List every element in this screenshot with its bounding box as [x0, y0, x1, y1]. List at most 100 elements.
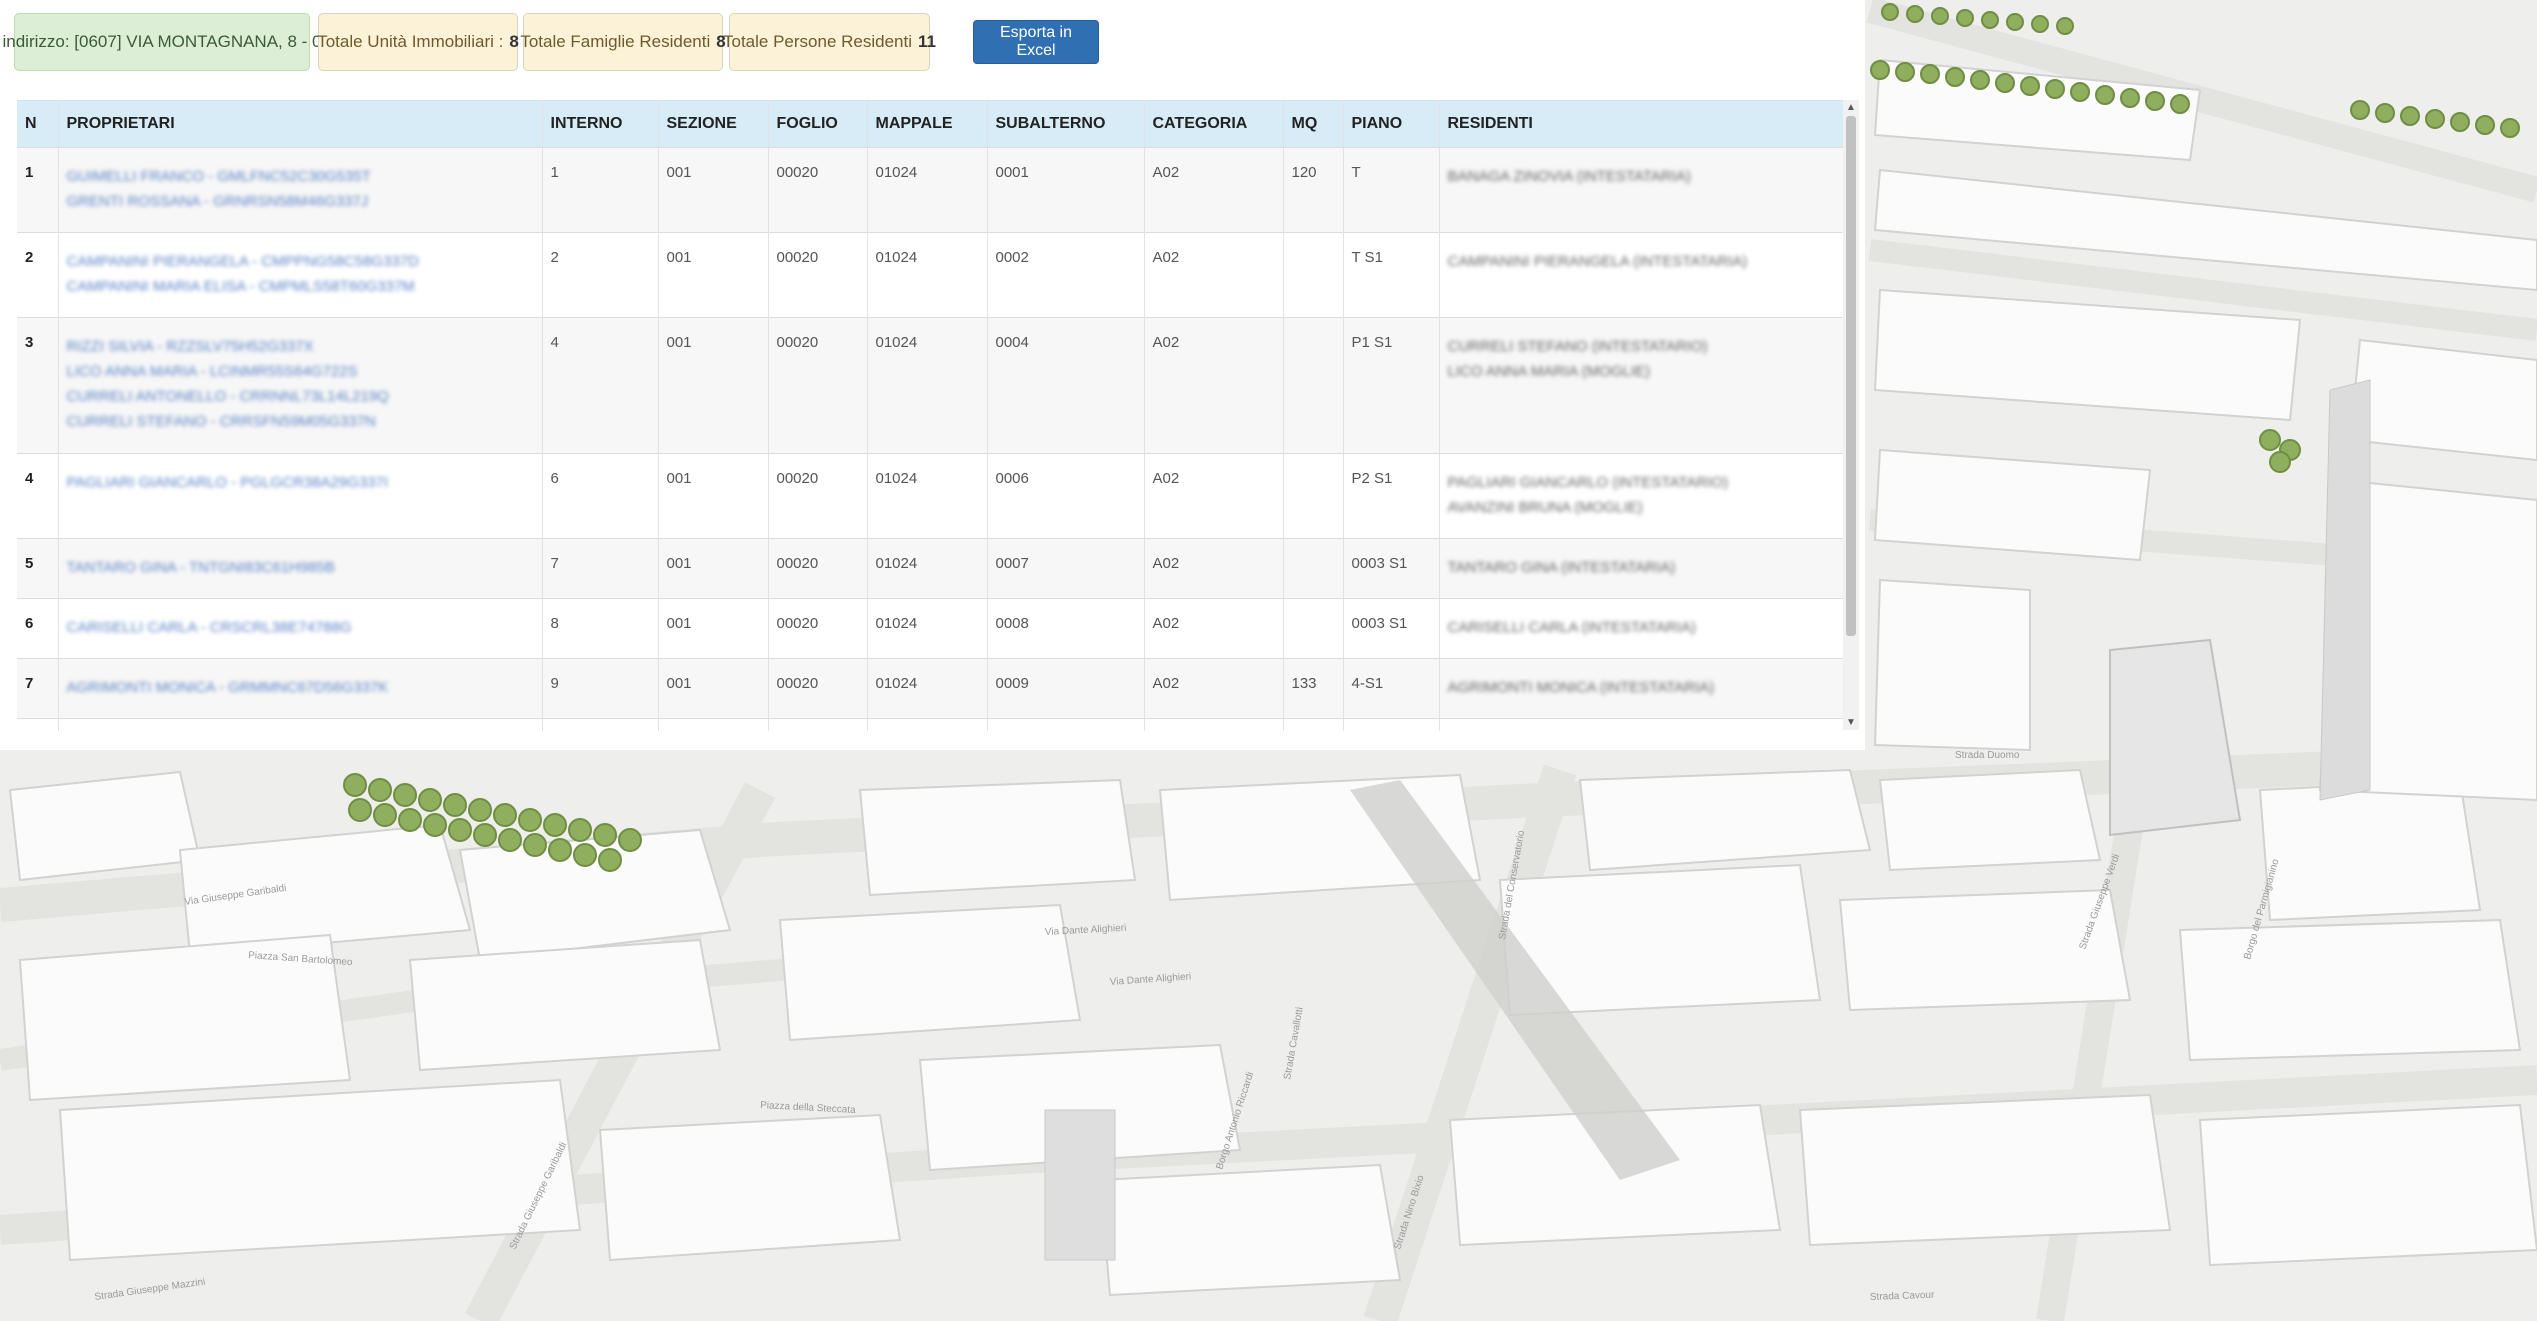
cell-owners: AGRIMONTI MONICA - GRMMNC67D56G337K: [57, 657, 542, 718]
cell-categoria: A02: [1143, 231, 1283, 317]
owner-link[interactable]: PAGLIARI GIANCARLO - PGLGCR38A29G337I: [67, 470, 534, 495]
cell-foglio: 00020: [767, 316, 867, 453]
total-persons-value: 11: [918, 32, 936, 51]
cell-subalterno: 0007: [986, 537, 1144, 598]
cell-sezione: 001: [657, 597, 768, 658]
owner-link[interactable]: AGRIMONTI MONICA - GRMMNC67D56G337K: [67, 675, 534, 700]
col-header-residenti[interactable]: RESIDENTI: [1438, 101, 1843, 147]
cell-mq: 120: [1282, 146, 1343, 232]
table-row: 3 RIZZI SILVIA - RZZSLV75H52G337X LICO A…: [17, 316, 1843, 453]
scroll-up-arrow-icon[interactable]: ▲: [1843, 102, 1859, 113]
cell-interno: 6: [541, 452, 658, 538]
cell-mq: [1282, 231, 1343, 317]
cell-subalterno: 0004: [986, 316, 1144, 453]
cell-mq: [1282, 452, 1343, 538]
address-text: indirizzo: [0607] VIA MONTAGNANA, 8 - 0: [2, 32, 322, 51]
col-header-mq[interactable]: MQ: [1282, 101, 1343, 147]
total-units-label: Totale Unità Immobiliari :: [317, 32, 504, 51]
cell-foglio: 00020: [767, 452, 867, 538]
properties-panel: indirizzo: [0607] VIA MONTAGNANA, 8 - 0 …: [0, 0, 1865, 750]
cell-n: 3: [17, 316, 58, 453]
col-header-categoria[interactable]: CATEGORIA: [1143, 101, 1283, 147]
cell-empty: [767, 717, 867, 731]
cell-interno: 9: [541, 657, 658, 718]
col-header-piano[interactable]: PIANO: [1342, 101, 1439, 147]
cell-mq: [1282, 537, 1343, 598]
total-families-badge: Totale Famiglie Residenti 8: [520, 13, 726, 71]
table-row: 4 PAGLIARI GIANCARLO - PGLGCR38A29G337I …: [17, 452, 1843, 538]
cell-residents: AGRIMONTI MONICA (INTESTATARIA): [1438, 657, 1843, 718]
col-header-proprietari[interactable]: PROPRIETARI: [57, 101, 542, 147]
cell-categoria: A02: [1143, 146, 1283, 232]
address-badge: indirizzo: [0607] VIA MONTAGNANA, 8 - 0: [3, 13, 322, 71]
cell-n: 5: [17, 537, 58, 598]
col-header-foglio[interactable]: FOGLIO: [767, 101, 867, 147]
col-header-sezione[interactable]: SEZIONE: [657, 101, 768, 147]
cell-residents: CURRELI STEFANO (INTESTATARIO) LICO ANNA…: [1438, 316, 1843, 453]
resident-name: CURRELI STEFANO (INTESTATARIO): [1447, 337, 1708, 355]
owner-link[interactable]: LICO ANNA MARIA - LCINMR55S64G722S: [67, 359, 534, 384]
cell-piano: 0003 S1: [1342, 597, 1439, 658]
cell-categoria: A02: [1143, 316, 1283, 453]
cell-piano: T: [1342, 146, 1439, 232]
cell-empty: [541, 717, 658, 731]
cell-subalterno: 0006: [986, 452, 1144, 538]
cell-subalterno: 0001: [986, 146, 1144, 232]
cell-owners: GUIMELLI FRANCO - GMLFNC52C30G535T GRENT…: [57, 146, 542, 232]
cell-empty: [866, 717, 987, 731]
cell-foglio: 00020: [767, 597, 867, 658]
cell-subalterno: 0008: [986, 597, 1144, 658]
owner-link[interactable]: CARISELLI CARLA - CRSCRL38E74788G: [67, 615, 534, 640]
resident-name: TANTARO GINA (INTESTATARIA): [1447, 558, 1676, 576]
cell-mappale: 01024: [866, 231, 987, 317]
cell-interno: 8: [541, 597, 658, 658]
cell-categoria: A02: [1143, 597, 1283, 658]
cell-mappale: 01024: [866, 537, 987, 598]
owner-link[interactable]: CAMPANINI PIERANGELA - CMPPNG58C58G337D: [67, 249, 534, 274]
col-header-n[interactable]: N: [17, 101, 58, 147]
table-row: 7 AGRIMONTI MONICA - GRMMNC67D56G337K 9 …: [17, 657, 1843, 718]
table-row: 5 TANTARO GINA - TNTGNI83C61H985B 7 001 …: [17, 537, 1843, 598]
owner-link[interactable]: CAMPANINI MARIA ELISA - CMPMLS58T60G337M: [67, 274, 534, 299]
cell-mq: [1282, 597, 1343, 658]
cell-sezione: 001: [657, 537, 768, 598]
cell-owners: TANTARO GINA - TNTGNI83C61H985B: [57, 537, 542, 598]
resident-name: AVANZINI BRUNA (MOGLIE): [1447, 498, 1643, 516]
cell-interno: 4: [541, 316, 658, 453]
col-header-subalterno[interactable]: SUBALTERNO: [986, 101, 1144, 147]
cell-residents: PAGLIARI GIANCARLO (INTESTATARIO) AVANZI…: [1438, 452, 1843, 538]
owner-link[interactable]: GUIMELLI FRANCO - GMLFNC52C30G535T: [67, 164, 534, 189]
total-persons-badge: Totale Persone Residenti 11: [723, 13, 936, 71]
owner-link[interactable]: CURRELI STEFANO - CRRSFN59M05G337N: [67, 409, 534, 434]
table-row: 1 GUIMELLI FRANCO - GMLFNC52C30G535T GRE…: [17, 146, 1843, 232]
col-header-mappale[interactable]: MAPPALE: [866, 101, 987, 147]
cell-empty: [57, 717, 542, 731]
owner-link[interactable]: CURRELI ANTONELLO - CRRNNL73L14L219Q: [67, 384, 534, 409]
cell-interno: 7: [541, 537, 658, 598]
table-row: 2 CAMPANINI PIERANGELA - CMPPNG58C58G337…: [17, 231, 1843, 317]
resident-name: BANAGA ZINOVIA (INTESTATARIA): [1447, 167, 1691, 185]
cell-subalterno: 0009: [986, 657, 1144, 718]
owner-link[interactable]: RIZZI SILVIA - RZZSLV75H52G337X: [67, 334, 534, 359]
col-header-interno[interactable]: INTERNO: [541, 101, 658, 147]
cell-sezione: 001: [657, 146, 768, 232]
cell-piano: P2 S1: [1342, 452, 1439, 538]
tall-block: [1044, 1109, 1116, 1261]
table-scrollbar[interactable]: ▲ ▼: [1843, 100, 1859, 730]
owner-link[interactable]: TANTARO GINA - TNTGNI83C61H985B: [67, 555, 534, 580]
cell-residents: BANAGA ZINOVIA (INTESTATARIA): [1438, 146, 1843, 232]
cell-n: 1: [17, 146, 58, 232]
total-persons-label: Totale Persone Residenti: [723, 32, 913, 51]
scroll-down-arrow-icon[interactable]: ▼: [1843, 717, 1859, 728]
export-excel-button[interactable]: Esporta in Excel: [973, 20, 1099, 64]
cell-foglio: 00020: [767, 657, 867, 718]
owner-link[interactable]: GRENTI ROSSANA - GRNRSN58M46G337J: [67, 189, 534, 214]
scroll-thumb[interactable]: [1846, 116, 1856, 636]
total-units-badge: Totale Unità Immobiliari : 8: [317, 13, 519, 71]
total-families-label: Totale Famiglie Residenti: [520, 32, 711, 51]
cell-mq: 133: [1282, 657, 1343, 718]
cell-n: 6: [17, 597, 58, 658]
cell-empty: [986, 717, 1144, 731]
cell-sezione: 001: [657, 231, 768, 317]
cell-mappale: 01024: [866, 657, 987, 718]
